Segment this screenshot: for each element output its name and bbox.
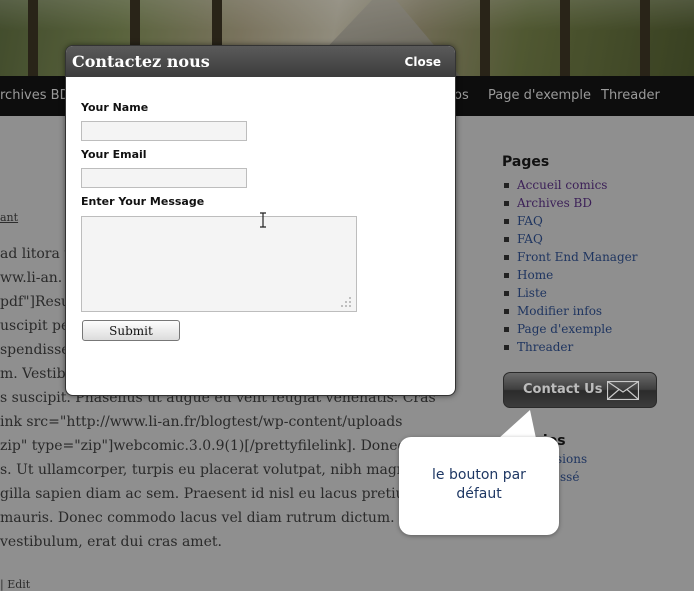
- annotation-callout: le bouton par défaut: [399, 437, 559, 535]
- post-text-line: s. Ut ullamcorper, turpis eu placerat vo…: [0, 462, 415, 478]
- post-text-line: pdf"]Resu: [0, 294, 71, 310]
- resize-grip-icon[interactable]: [340, 296, 352, 308]
- post-text-line: gilla sapien diam ac sem. Praesent id ni…: [0, 486, 418, 502]
- nav-item-partial[interactable]: os: [454, 88, 469, 103]
- post-text-line: ww.li-an.: [0, 270, 63, 286]
- contact-us-label: Contact Us: [523, 382, 603, 397]
- sidebar-item-home[interactable]: Home: [502, 266, 692, 284]
- callout-text-line-2: défaut: [456, 486, 502, 502]
- sidebar-item-modifier-infos[interactable]: Modifier infos: [502, 302, 692, 320]
- contact-modal: Contactez nous Close Your Name Your Emai…: [65, 45, 456, 396]
- name-label: Your Name: [81, 101, 149, 114]
- post-text-line: zip" type="zip"]webcomic.3.0.9(1)[/prett…: [0, 438, 406, 454]
- sidebar-item-faq-2[interactable]: FAQ: [502, 230, 692, 248]
- nav-item-page-exemple[interactable]: Page d'exemple: [488, 88, 591, 103]
- post-text-line: ink src="http://www.li-an.fr/blogtest/wp…: [0, 414, 403, 430]
- sidebar-pages: Pages Accueil comics Archives BD FAQ FAQ…: [502, 154, 692, 356]
- post-meta-link[interactable]: ant: [0, 211, 18, 224]
- post-text-line: ad litora t: [0, 246, 70, 262]
- sidebar-item-faq[interactable]: FAQ: [502, 212, 692, 230]
- sidebar-item-threader[interactable]: Threader: [502, 338, 692, 356]
- modal-title: Contactez nous: [72, 52, 210, 71]
- email-input[interactable]: [81, 168, 247, 188]
- callout-text: le bouton par défaut: [399, 466, 559, 504]
- sidebar-category-item[interactable]: sions: [556, 452, 587, 466]
- text-cursor-icon: [260, 212, 266, 228]
- sidebar-item-page-exemple[interactable]: Page d'exemple: [502, 320, 692, 338]
- message-label: Enter Your Message: [81, 195, 205, 208]
- close-button[interactable]: Close: [405, 55, 441, 69]
- contact-us-button[interactable]: Contact Us: [503, 372, 657, 408]
- nav-item-threader[interactable]: Threader: [601, 88, 660, 103]
- submit-button[interactable]: Submit: [82, 320, 180, 341]
- post-text-line: m. Vestib: [0, 366, 66, 382]
- nav-item-archives[interactable]: rchives BD: [0, 88, 70, 103]
- sidebar-category-item[interactable]: ssé: [560, 470, 579, 484]
- sidebar-pages-title: Pages: [502, 154, 550, 170]
- sidebar-item-accueil-comics[interactable]: Accueil comics: [502, 176, 692, 194]
- envelope-icon: [607, 381, 639, 400]
- email-label: Your Email: [81, 148, 147, 161]
- sidebar-item-liste[interactable]: Liste: [502, 284, 692, 302]
- sidebar-item-front-end-manager[interactable]: Front End Manager: [502, 248, 692, 266]
- post-text-line: vestibulum, erat dui cras amet.: [0, 534, 222, 550]
- callout-text-line-1: le bouton par: [432, 467, 526, 483]
- sidebar-pages-list: Accueil comics Archives BD FAQ FAQ Front…: [502, 176, 692, 356]
- message-textarea[interactable]: [81, 216, 357, 312]
- post-text-line: uscipit pe: [0, 318, 70, 334]
- modal-header: Contactez nous Close: [66, 46, 455, 77]
- post-text-line: spendisse: [0, 342, 70, 358]
- name-input[interactable]: [81, 121, 247, 141]
- post-text-line: mauris. Donec commodo lacus vel diam rut…: [0, 510, 409, 526]
- sidebar-item-archives-bd[interactable]: Archives BD: [502, 194, 692, 212]
